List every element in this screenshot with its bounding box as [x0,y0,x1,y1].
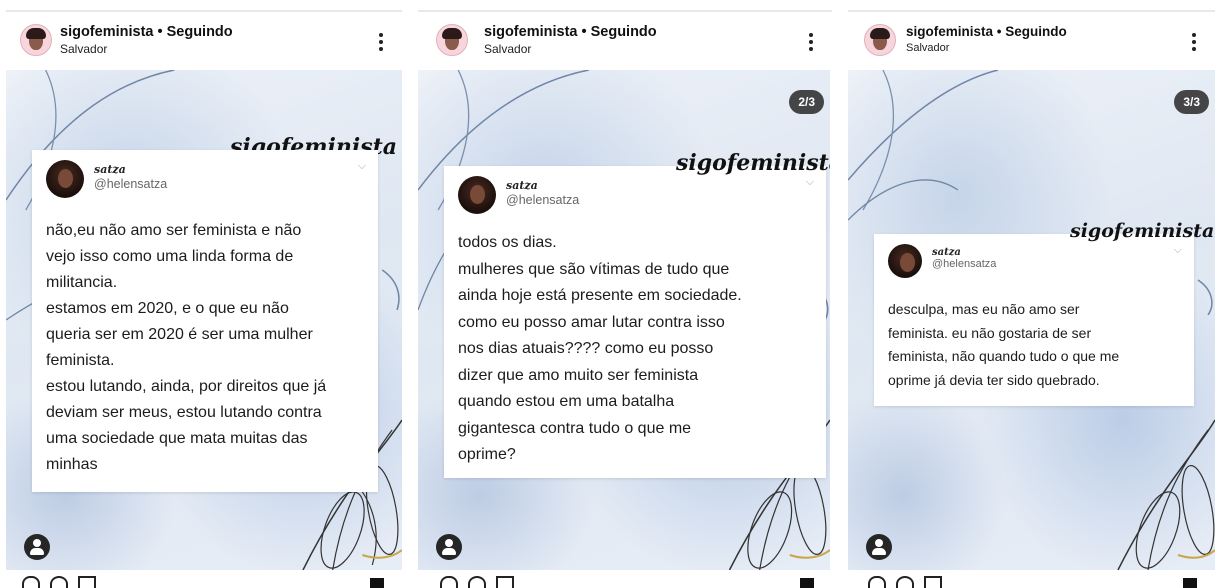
user-tag-icon[interactable] [436,534,462,560]
post-actions-bar [430,576,820,588]
brand-watermark: sigofeminista [1070,220,1215,242]
profile-avatar[interactable] [864,24,896,56]
comment-icon[interactable] [896,576,914,588]
tweet-author-avatar [458,176,496,214]
tweet-author-avatar [888,244,922,278]
chevron-down-icon: ⌵ [805,176,814,188]
tweet-author-username: @helensatza [932,258,997,270]
more-options-icon[interactable] [802,30,820,54]
heart-icon[interactable] [868,576,886,588]
divider [418,10,832,12]
quoted-tweet-card: satza @helensatza ⌵ desculpa, mas eu não… [874,234,1194,406]
more-options-icon[interactable] [372,30,390,54]
post-image[interactable]: 3/3 satza @helensatza ⌵ desculpa, mas eu… [848,70,1215,570]
bookmark-icon[interactable] [800,578,814,588]
post-header: sigofeminista • Seguindo Salvador [842,22,1221,68]
share-icon[interactable] [496,576,514,588]
post-panel-1: sigofeminista • Seguindo Salvador sigofe… [0,0,408,588]
more-options-icon[interactable] [1185,30,1203,54]
bookmark-icon[interactable] [1183,578,1197,588]
chevron-down-icon: ⌵ [1173,244,1182,256]
account-handle[interactable]: sigofeminista • Seguindo [906,24,1067,39]
tweet-text: não,eu não amo ser feminista e não vejo … [46,222,327,473]
user-tag-icon[interactable] [24,534,50,560]
quoted-tweet-card: satza @helensatza ⌵ todos os dias. mulhe… [444,166,826,478]
heart-icon[interactable] [440,576,458,588]
profile-avatar[interactable] [436,24,468,56]
tweet-author-name: satza [932,247,961,258]
tweet-author-name: satza [94,163,126,176]
account-handle[interactable]: sigofeminista • Seguindo [484,24,657,40]
tweet-text: todos os dias. mulheres que são vítimas … [458,234,742,463]
bookmark-icon[interactable] [370,578,384,588]
tweet-author-username: @helensatza [94,177,168,191]
post-carousel-row: sigofeminista • Seguindo Salvador sigofe… [0,0,1221,588]
account-handle[interactable]: sigofeminista • Seguindo [60,24,233,40]
tweet-author-avatar [46,160,84,198]
quoted-tweet-card: satza @helensatza ⌵ não,eu não amo ser f… [32,150,378,492]
profile-avatar[interactable] [20,24,52,56]
tweet-author-username: @helensatza [506,193,580,207]
share-icon[interactable] [924,576,942,588]
post-actions-bar [860,576,1203,588]
comment-icon[interactable] [468,576,486,588]
post-panel-2: sigofeminista • Seguindo Salvador 2/3 sa… [412,0,838,588]
divider [848,10,1215,12]
share-icon[interactable] [78,576,96,588]
post-image[interactable]: 2/3 satza @helensatza ⌵ todos os dias. m… [418,70,830,570]
comment-icon[interactable] [50,576,68,588]
post-header: sigofeminista • Seguindo Salvador [412,22,838,68]
heart-icon[interactable] [22,576,40,588]
user-tag-icon[interactable] [866,534,892,560]
post-panel-3: sigofeminista • Seguindo Salvador 3/3 sa… [842,0,1221,588]
tweet-author-name: satza [506,179,538,192]
post-actions-bar [18,576,390,588]
brand-watermark: sigofeminista [676,150,830,176]
carousel-counter: 2/3 [789,90,824,114]
location-label[interactable]: Salvador [484,42,531,56]
tweet-text: desculpa, mas eu não amo ser feminista. … [888,301,1120,388]
post-image[interactable]: sigofeminista satza @helensatza ⌵ não,eu… [6,70,402,570]
post-header: sigofeminista • Seguindo Salvador [0,22,408,68]
carousel-counter: 3/3 [1174,90,1209,114]
chevron-down-icon: ⌵ [357,160,366,172]
location-label[interactable]: Salvador [60,42,107,56]
location-label[interactable]: Salvador [906,42,949,54]
divider [6,10,402,12]
